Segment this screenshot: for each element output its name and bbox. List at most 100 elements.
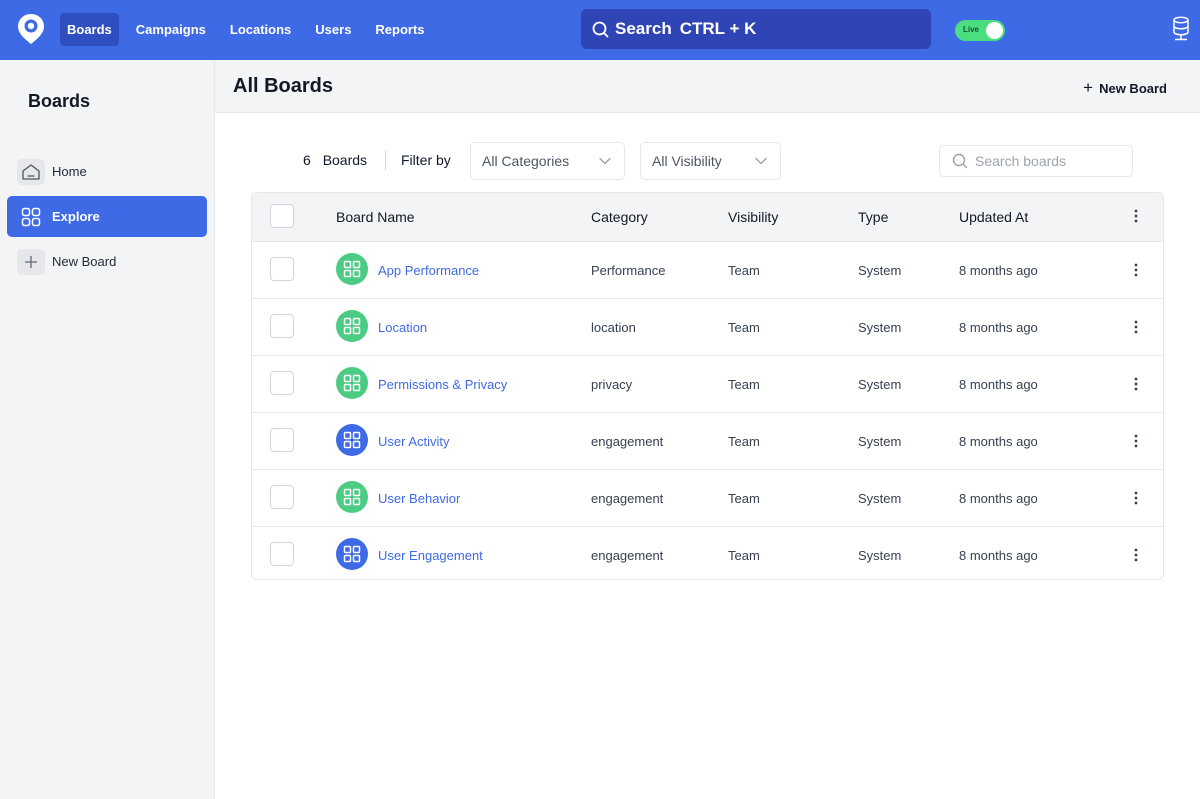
board-updated-at: 8 months ago <box>959 434 1038 449</box>
board-count: 6 Boards <box>303 152 367 168</box>
board-updated-at: 8 months ago <box>959 491 1038 506</box>
column-header-board-name[interactable]: Board Name <box>336 209 415 225</box>
row-checkbox[interactable] <box>270 542 294 566</box>
board-name-link[interactable]: App Performance <box>378 263 479 278</box>
select-all-checkbox[interactable] <box>270 204 294 228</box>
board-type: System <box>858 548 902 563</box>
board-category: engagement <box>591 491 664 506</box>
new-board-button[interactable]: + New Board <box>1083 78 1167 98</box>
sidebar-item-label: Home <box>52 164 87 179</box>
board-updated-at: 8 months ago <box>959 320 1038 335</box>
board-category: privacy <box>591 377 633 392</box>
board-grid-icon <box>343 545 361 563</box>
row-checkbox[interactable] <box>270 428 294 452</box>
board-type: System <box>858 263 902 278</box>
table-header: Board Name Category Visibility Type Upda… <box>252 193 1163 241</box>
row-checkbox[interactable] <box>270 314 294 338</box>
board-visibility: Team <box>728 548 760 563</box>
nav-users[interactable]: Users <box>303 13 363 46</box>
board-grid-icon <box>343 431 361 449</box>
board-visibility: Team <box>728 377 760 392</box>
nav-locations[interactable]: Locations <box>218 13 303 46</box>
toggle-knob <box>986 22 1003 39</box>
search-boards-field[interactable] <box>939 145 1133 177</box>
board-visibility: Team <box>728 263 760 278</box>
row-checkbox[interactable] <box>270 485 294 509</box>
boards-table: Board Name Category Visibility Type Upda… <box>251 192 1164 580</box>
home-icon <box>17 158 45 185</box>
board-icon <box>336 481 368 513</box>
sidebar-item-label: New Board <box>52 254 117 269</box>
category-select-value: All Categories <box>482 153 570 169</box>
nav-boards[interactable]: Boards <box>60 13 119 46</box>
board-visibility: Team <box>728 491 760 506</box>
filter-by-label: Filter by <box>401 152 451 168</box>
search-boards-input[interactable] <box>975 153 1125 169</box>
category-select[interactable]: All Categories <box>470 142 625 180</box>
search-icon <box>592 21 609 37</box>
location-pin-logo-icon[interactable] <box>17 13 45 45</box>
board-updated-at: 8 months ago <box>959 263 1038 278</box>
board-icon <box>336 538 368 570</box>
row-options-icon[interactable] <box>1130 376 1142 392</box>
sidebar-title: Boards <box>28 91 91 111</box>
table-row[interactable]: User Engagement engagement Team System 8 mon… <box>252 526 1163 579</box>
sidebar-item-home[interactable]: Home <box>7 151 207 192</box>
live-toggle[interactable]: Live <box>955 20 1005 41</box>
column-header-category[interactable]: Category <box>591 209 648 225</box>
global-search-button[interactable]: Search CTRL + K <box>581 9 931 49</box>
board-icon <box>336 367 368 399</box>
row-options-icon[interactable] <box>1130 490 1142 506</box>
plus-icon: + <box>1083 78 1094 97</box>
table-row[interactable]: Location location Team System 8 months ago <box>252 298 1163 355</box>
row-options-icon[interactable] <box>1130 262 1142 278</box>
board-category: Performance <box>591 263 666 278</box>
board-name-link[interactable]: User Behavior <box>378 491 460 506</box>
column-header-type[interactable]: Type <box>858 209 888 225</box>
board-name-link[interactable]: Permissions & Privacy <box>378 377 507 392</box>
page-header: All Boards + New Board <box>215 60 1200 113</box>
column-options-icon[interactable] <box>1130 208 1142 224</box>
page-title: All Boards <box>233 75 334 97</box>
board-updated-at: 8 months ago <box>959 548 1038 563</box>
table-row[interactable]: Permissions & Privacy privacy Team System 8 … <box>252 355 1163 412</box>
sidebar-item-label: Explore <box>52 209 100 224</box>
search-label: Search <box>615 19 672 38</box>
board-category: location <box>591 320 636 335</box>
row-options-icon[interactable] <box>1130 547 1142 563</box>
board-grid-icon <box>343 260 361 278</box>
chevron-down-icon <box>599 157 611 165</box>
board-icon <box>336 310 368 342</box>
board-updated-at: 8 months ago <box>959 377 1038 392</box>
nav-campaigns[interactable]: Campaigns <box>124 13 218 46</box>
sidebar: Boards Home Explore New Board <box>0 60 215 799</box>
new-board-label: New Board <box>1099 80 1167 96</box>
row-options-icon[interactable] <box>1130 433 1142 449</box>
nav-reports[interactable]: Reports <box>363 13 436 46</box>
database-icon[interactable] <box>1172 16 1190 42</box>
column-header-updated-at[interactable]: Updated At <box>959 209 1028 225</box>
board-name-link[interactable]: User Activity <box>378 434 450 449</box>
plus-icon <box>17 248 45 275</box>
table-row[interactable]: App Performance Performance Team System 8 mo… <box>252 241 1163 298</box>
live-label: Live <box>963 25 980 34</box>
row-options-icon[interactable] <box>1130 319 1142 335</box>
board-name-link[interactable]: User Engagement <box>378 548 483 563</box>
row-checkbox[interactable] <box>270 371 294 395</box>
row-checkbox[interactable] <box>270 257 294 281</box>
column-header-visibility[interactable]: Visibility <box>728 209 778 225</box>
board-grid-icon <box>343 374 361 392</box>
board-type: System <box>858 491 902 506</box>
toolbar-divider <box>385 151 386 170</box>
board-count-label: Boards <box>322 152 368 168</box>
visibility-select-value: All Visibility <box>652 153 722 169</box>
main-nav: Boards Campaigns Locations Users Reports <box>60 13 437 46</box>
sidebar-item-new-board[interactable]: New Board <box>7 241 207 282</box>
visibility-select[interactable]: All Visibility <box>640 142 781 180</box>
board-name-link[interactable]: Location <box>378 320 427 335</box>
board-visibility: Team <box>728 434 760 449</box>
board-icon <box>336 253 368 285</box>
table-row[interactable]: User Activity engagement Team System 8 month… <box>252 412 1163 469</box>
table-row[interactable]: User Behavior engagement Team System 8 month… <box>252 469 1163 526</box>
sidebar-item-explore[interactable]: Explore <box>7 196 207 237</box>
